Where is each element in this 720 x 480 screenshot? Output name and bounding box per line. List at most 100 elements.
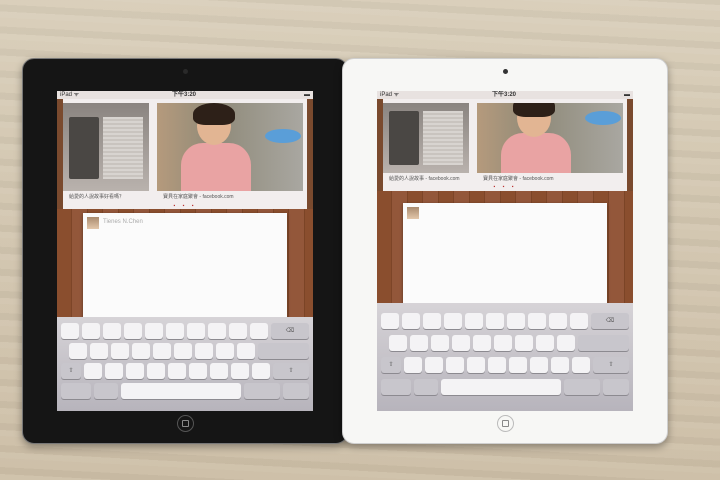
keyboard-key[interactable] bbox=[473, 335, 491, 351]
keyboard-key[interactable] bbox=[216, 343, 234, 359]
shift-key[interactable]: ⇧ bbox=[61, 363, 81, 379]
keyboard-key[interactable] bbox=[195, 343, 213, 359]
shift-key-right[interactable]: ⇧ bbox=[273, 363, 309, 379]
compose-box[interactable]: Tienes N.Chen bbox=[83, 213, 287, 319]
keyboard-row-3: ⇧ ⇧ bbox=[377, 357, 633, 373]
keyboard-key[interactable] bbox=[467, 357, 485, 373]
keyboard-key[interactable] bbox=[486, 313, 504, 329]
number-mode-key-right[interactable] bbox=[564, 379, 600, 395]
keyboard-key[interactable] bbox=[530, 357, 548, 373]
keyboard-key[interactable] bbox=[208, 323, 226, 339]
keyboard-key[interactable] bbox=[557, 335, 575, 351]
return-key[interactable] bbox=[578, 335, 629, 351]
keyboard-key[interactable] bbox=[570, 313, 588, 329]
keyboard-key[interactable] bbox=[124, 323, 142, 339]
keyboard-key[interactable] bbox=[446, 357, 464, 373]
article-thumbnail[interactable] bbox=[63, 103, 149, 191]
thumbnail-page-image bbox=[103, 117, 143, 179]
keyboard-key[interactable] bbox=[402, 313, 420, 329]
keyboard-key[interactable] bbox=[105, 363, 123, 379]
keyboard-key[interactable] bbox=[166, 323, 184, 339]
return-key[interactable] bbox=[258, 343, 309, 359]
child-photo[interactable] bbox=[157, 103, 303, 191]
keyboard-key[interactable] bbox=[423, 313, 441, 329]
compose-user-name: Tienes N.Chen bbox=[103, 219, 143, 225]
keyboard-key[interactable] bbox=[551, 357, 569, 373]
globe-key[interactable] bbox=[414, 379, 438, 395]
keyboard-key[interactable] bbox=[90, 343, 108, 359]
keyboard-key[interactable] bbox=[252, 363, 270, 379]
keyboard-key[interactable] bbox=[404, 357, 422, 373]
keyboard-key[interactable] bbox=[153, 343, 171, 359]
keyboard-row-3: ⇧ ⇧ bbox=[57, 363, 313, 379]
keyboard-key[interactable] bbox=[549, 313, 567, 329]
keyboard-key[interactable] bbox=[507, 313, 525, 329]
keyboard-key[interactable] bbox=[250, 323, 268, 339]
keyboard-key[interactable] bbox=[389, 335, 407, 351]
hide-keyboard-key[interactable] bbox=[603, 379, 629, 395]
keyboard-key[interactable] bbox=[515, 335, 533, 351]
keyboard-key[interactable] bbox=[111, 343, 129, 359]
home-button[interactable] bbox=[177, 415, 194, 432]
hide-keyboard-key[interactable] bbox=[283, 383, 309, 399]
thumbnail-device-image bbox=[389, 111, 419, 165]
globe-key[interactable] bbox=[94, 383, 118, 399]
blue-toy-image bbox=[265, 129, 301, 143]
front-camera bbox=[183, 69, 188, 74]
keyboard-key[interactable] bbox=[452, 335, 470, 351]
keyboard-key[interactable] bbox=[126, 363, 144, 379]
keyboard-key[interactable] bbox=[444, 313, 462, 329]
keyboard-key[interactable] bbox=[410, 335, 428, 351]
backspace-key[interactable]: ⌫ bbox=[591, 313, 629, 329]
caption-right: 寶貝在家庭聚會 - facebook.com bbox=[163, 194, 234, 200]
child-photo[interactable] bbox=[477, 103, 623, 173]
keyboard-key[interactable] bbox=[61, 323, 79, 339]
space-bar[interactable] bbox=[441, 379, 561, 395]
number-mode-key[interactable] bbox=[61, 383, 91, 399]
number-mode-key[interactable] bbox=[381, 379, 411, 395]
keyboard-key[interactable] bbox=[210, 363, 228, 379]
keyboard-key[interactable] bbox=[103, 323, 121, 339]
keyboard-key[interactable] bbox=[425, 357, 443, 373]
link-preview-strip[interactable]: 給愛的人說故事 - facebook.com 寶貝在家庭聚會 - faceboo… bbox=[383, 99, 627, 191]
keyboard-key[interactable] bbox=[229, 323, 247, 339]
keyboard-key[interactable] bbox=[536, 335, 554, 351]
keyboard-key[interactable] bbox=[132, 343, 150, 359]
shift-key[interactable]: ⇧ bbox=[381, 357, 401, 373]
keyboard-key[interactable] bbox=[168, 363, 186, 379]
keyboard-key[interactable] bbox=[528, 313, 546, 329]
keyboard-key[interactable] bbox=[231, 363, 249, 379]
link-preview-strip[interactable]: 給愛的人說故事好看嗎？ 寶貝在家庭聚會 - facebook.com ▪ ▪ ▪ bbox=[63, 99, 307, 209]
shift-key-right[interactable]: ⇧ bbox=[593, 357, 629, 373]
keyboard-key[interactable] bbox=[465, 313, 483, 329]
keyboard-key[interactable] bbox=[237, 343, 255, 359]
space-bar[interactable] bbox=[121, 383, 241, 399]
keyboard-key[interactable] bbox=[494, 335, 512, 351]
battery-icon: ▬ bbox=[304, 92, 310, 98]
keyboard-key[interactable] bbox=[431, 335, 449, 351]
white-ipad-screen: iPad ᯤ 下午3:20 ▬ 給愛的人說故事 - facebook.com 寶… bbox=[377, 91, 633, 411]
keyboard-key[interactable] bbox=[381, 313, 399, 329]
page-indicator: ▪ ▪ ▪ bbox=[493, 184, 517, 190]
keyboard-key[interactable] bbox=[174, 343, 192, 359]
keyboard-key[interactable] bbox=[187, 323, 205, 339]
keyboard-key[interactable] bbox=[84, 363, 102, 379]
black-ipad-screen: iPad ᯤ 下午3:20 ▬ 給愛的人說故事好看嗎？ 寶貝在家庭聚會 - fa… bbox=[57, 91, 313, 411]
keyboard-key[interactable] bbox=[147, 363, 165, 379]
keyboard-key[interactable] bbox=[145, 323, 163, 339]
child-hair-image bbox=[193, 103, 235, 125]
keyboard-key[interactable] bbox=[82, 323, 100, 339]
compose-box[interactable] bbox=[403, 203, 607, 307]
keyboard-key[interactable] bbox=[572, 357, 590, 373]
keyboard-key[interactable] bbox=[488, 357, 506, 373]
article-thumbnail[interactable] bbox=[383, 103, 469, 173]
caption-left: 給愛的人說故事好看嗎？ bbox=[69, 194, 125, 200]
keyboard-row-4 bbox=[57, 383, 313, 399]
on-screen-keyboard: ⌫ ⇧ ⇧ bbox=[57, 317, 313, 411]
keyboard-key[interactable] bbox=[189, 363, 207, 379]
keyboard-key[interactable] bbox=[69, 343, 87, 359]
backspace-key[interactable]: ⌫ bbox=[271, 323, 309, 339]
home-button[interactable] bbox=[497, 415, 514, 432]
number-mode-key-right[interactable] bbox=[244, 383, 280, 399]
keyboard-key[interactable] bbox=[509, 357, 527, 373]
